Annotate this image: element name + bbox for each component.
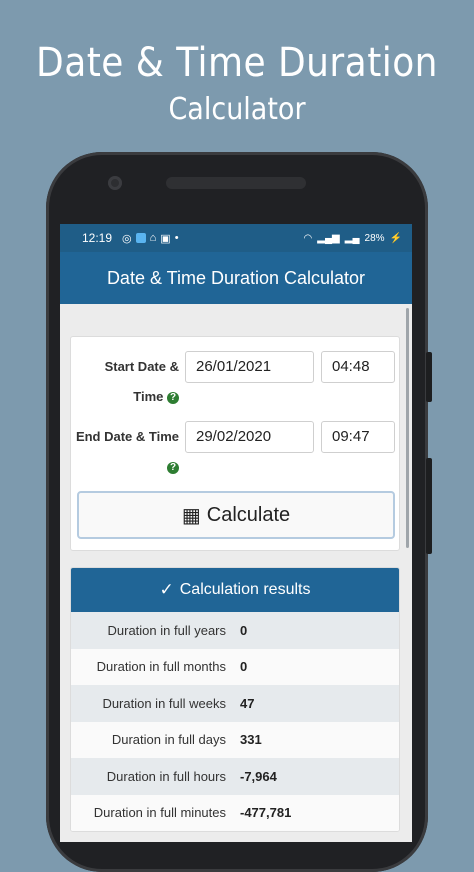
calculate-button[interactable]: ▦ Calculate: [77, 491, 395, 539]
front-camera: [108, 176, 122, 190]
result-label: Duration in full years: [107, 622, 227, 638]
end-time-field[interactable]: 09:47: [321, 421, 395, 453]
result-value: -7,964: [240, 768, 277, 784]
promo-title: Date & Time Duration: [36, 40, 438, 86]
result-label: Duration in full weeks: [102, 695, 226, 711]
scrollbar[interactable]: [406, 308, 409, 548]
phone-speaker: [166, 177, 306, 189]
end-date-field[interactable]: 29/02/2020: [185, 421, 314, 453]
volume-button: [426, 352, 432, 402]
result-value: -477,781: [240, 805, 292, 821]
table-row: Duration in full weeks 47: [71, 685, 399, 722]
more-dot-icon: •: [174, 232, 179, 244]
result-label: Duration in full days: [111, 732, 226, 748]
start-time-field[interactable]: 04:48: [321, 351, 395, 383]
wifi-icon: ◠: [303, 232, 313, 244]
help-icon[interactable]: ?: [167, 391, 179, 404]
table-row: Duration in full hours -7,964: [71, 758, 399, 795]
app-title: Date & Time Duration Calculator: [106, 267, 366, 288]
help-icon[interactable]: ?: [167, 461, 179, 474]
app-notification-icon: [135, 233, 146, 243]
check-icon: ✓: [159, 580, 174, 599]
calculator-icon: ▦: [181, 504, 201, 527]
result-value: 0: [240, 622, 248, 638]
whatsapp-icon: ◎: [122, 232, 132, 245]
results-title: Calculation results: [179, 581, 311, 598]
battery-icon: ⚡: [389, 232, 402, 244]
home-icon: ⌂: [149, 232, 157, 244]
promo-subtitle: Calculator: [168, 92, 306, 127]
start-date-field[interactable]: 26/01/2021: [185, 351, 314, 383]
result-label: Duration in full hours: [106, 768, 226, 784]
result-value: 0: [240, 659, 248, 675]
result-label: Duration in full months: [96, 659, 226, 675]
power-button: [426, 458, 432, 554]
end-help-row: ?: [79, 459, 179, 474]
results-table: Duration in full years 0 Duration in ful…: [71, 612, 399, 831]
start-label-line1: Start Date &: [104, 359, 179, 374]
app-screen: 12:19 ◎ ⌂ ▣ • ◠ ▂▄▆ ▂▄ 28% ⚡ Date & Time…: [60, 224, 412, 842]
input-form: Start Date & Time ? 26/01/2021 04:48 End…: [70, 336, 400, 551]
results-header: ✓ Calculation results: [71, 568, 399, 612]
main-content: Start Date & Time ? 26/01/2021 04:48 End…: [60, 336, 412, 832]
status-bar: 12:19 ◎ ⌂ ▣ • ◠ ▂▄▆ ▂▄ 28% ⚡: [60, 224, 412, 252]
game-icon: ▣: [160, 232, 171, 245]
results-panel: ✓ Calculation results Duration in full y…: [70, 567, 400, 832]
result-value: 47: [240, 695, 255, 711]
table-row: Duration in full days 331: [71, 721, 399, 758]
table-row: Duration in full months 0: [71, 648, 399, 685]
calculate-label: Calculate: [206, 503, 291, 526]
signal-icon: ▂▄▆: [317, 232, 340, 244]
end-label-text: End Date & Time: [75, 429, 179, 444]
start-label-line2: Time: [133, 389, 164, 404]
end-date-label: End Date & Time: [75, 429, 179, 444]
signal-icon-2: ▂▄: [344, 232, 360, 244]
start-time-label: Time ?: [79, 389, 179, 404]
status-time: 12:19: [82, 231, 113, 245]
table-row: Duration in full minutes -477,781: [71, 794, 399, 831]
start-date-label: Start Date &: [79, 359, 179, 374]
table-row: Duration in full years 0: [71, 612, 399, 649]
result-value: 331: [240, 732, 262, 748]
app-bar: Date & Time Duration Calculator: [60, 252, 412, 304]
result-label: Duration in full minutes: [93, 805, 226, 821]
battery-level: 28%: [364, 232, 385, 244]
